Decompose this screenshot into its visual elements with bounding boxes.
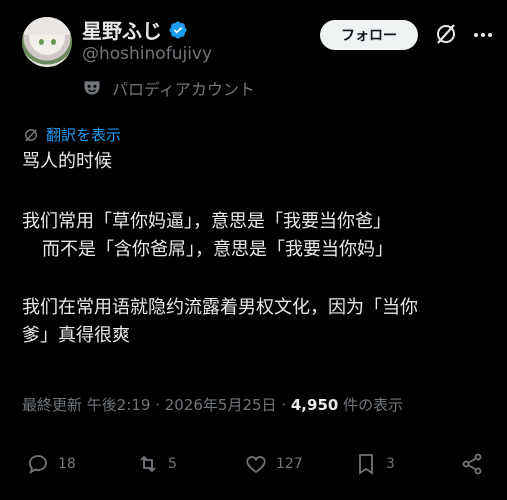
repost-icon: [140, 455, 156, 473]
name-row: 星野ふじ: [82, 15, 188, 44]
like-button[interactable]: 127: [244, 452, 303, 476]
tweet-line: 而不是「含你爸屌」，意思是「我要当你妈」: [42, 239, 393, 260]
timestamp[interactable]: 最終更新 午後2:19 · 2026年5月25日 ·: [22, 396, 291, 414]
like-count: 127: [276, 456, 303, 472]
parody-label: パロディアカウント: [112, 80, 255, 99]
share-icon: [462, 453, 482, 475]
tweet-line: 骂人的时候: [22, 151, 112, 172]
parody-mask-icon: [84, 81, 100, 95]
display-name[interactable]: 星野ふじ: [82, 15, 162, 44]
avatar-eye-left: [39, 39, 44, 45]
tweet-text: 骂人的时候 我们常用「草你妈逼」，意思是「我要当你爸」 而不是「含你爸屌」，意思…: [22, 150, 492, 348]
grok-translate-icon: [25, 128, 37, 142]
handle[interactable]: @hoshinofujivy: [82, 44, 212, 64]
tweet-line: 我们常用「草你妈逼」，意思是「我要当你爸」: [22, 211, 391, 232]
tweet-line: 爹」真得很爽: [22, 325, 130, 346]
avatar[interactable]: [22, 17, 72, 67]
heart-icon: [246, 456, 266, 474]
grok-icon[interactable]: [434, 22, 458, 46]
views-label: 件の表示: [338, 396, 404, 414]
reply-icon: [29, 455, 47, 474]
share-button[interactable]: [460, 452, 492, 476]
avatar-eye-right: [51, 39, 56, 45]
translate-label: 翻訳を表示: [46, 126, 122, 144]
more-icon[interactable]: [472, 26, 494, 44]
translate-link[interactable]: 翻訳を表示: [22, 124, 121, 145]
repost-button[interactable]: 5: [136, 452, 177, 476]
avatar-hair: [22, 17, 72, 35]
parody-label-row: パロディアカウント: [82, 76, 255, 100]
bookmark-count: 3: [386, 456, 395, 472]
reply-count: 18: [58, 456, 76, 472]
follow-button[interactable]: フォロー: [320, 20, 418, 50]
views-count: 4,950: [290, 396, 339, 414]
bookmark-button[interactable]: 3: [354, 452, 395, 476]
tweet-meta: 最終更新 午後2:19 · 2026年5月25日 · 4,950 件の表示: [22, 394, 403, 415]
tweet-line: 我们在常用语就隐约流露着男权文化，因为「当你: [22, 297, 418, 318]
repost-count: 5: [168, 456, 177, 472]
bookmark-icon: [359, 454, 373, 475]
reply-button[interactable]: 18: [26, 452, 76, 476]
verified-badge-icon: [169, 20, 187, 39]
action-bar: 18 5 127 3: [0, 452, 507, 484]
